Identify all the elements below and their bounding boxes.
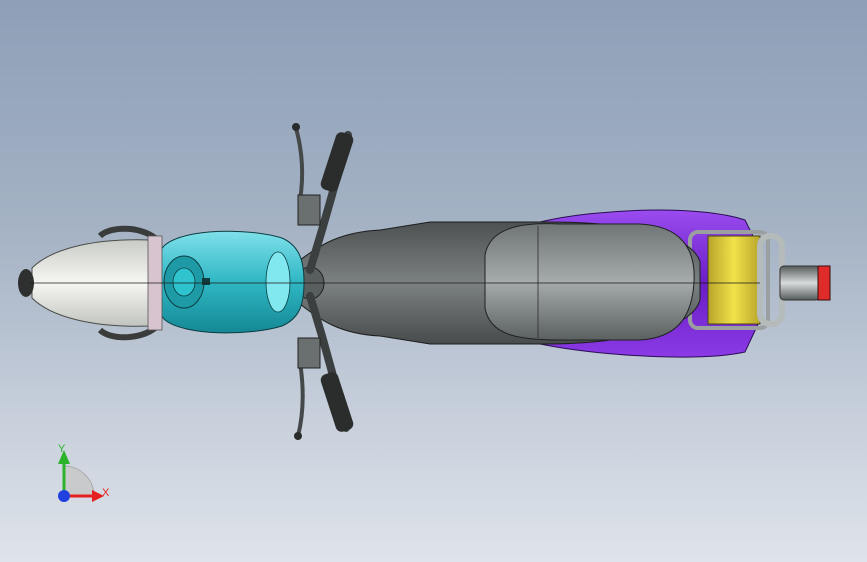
seat — [484, 223, 695, 341]
tail-light — [817, 265, 831, 301]
grip-right — [320, 372, 354, 432]
luggage-rack — [707, 235, 761, 325]
coordinate-triad: Y X — [40, 438, 130, 518]
x-axis-label: X — [102, 487, 110, 499]
y-axis-label: Y — [58, 443, 66, 455]
triad-axes — [58, 450, 104, 502]
grip-left — [320, 132, 354, 192]
tail-bar — [779, 265, 821, 301]
graphics-viewport[interactable]: Y X — [0, 0, 867, 562]
brake-lever-left — [294, 127, 305, 201]
motorcycle-model[interactable] — [0, 0, 867, 562]
brake-lever-right — [296, 361, 305, 437]
